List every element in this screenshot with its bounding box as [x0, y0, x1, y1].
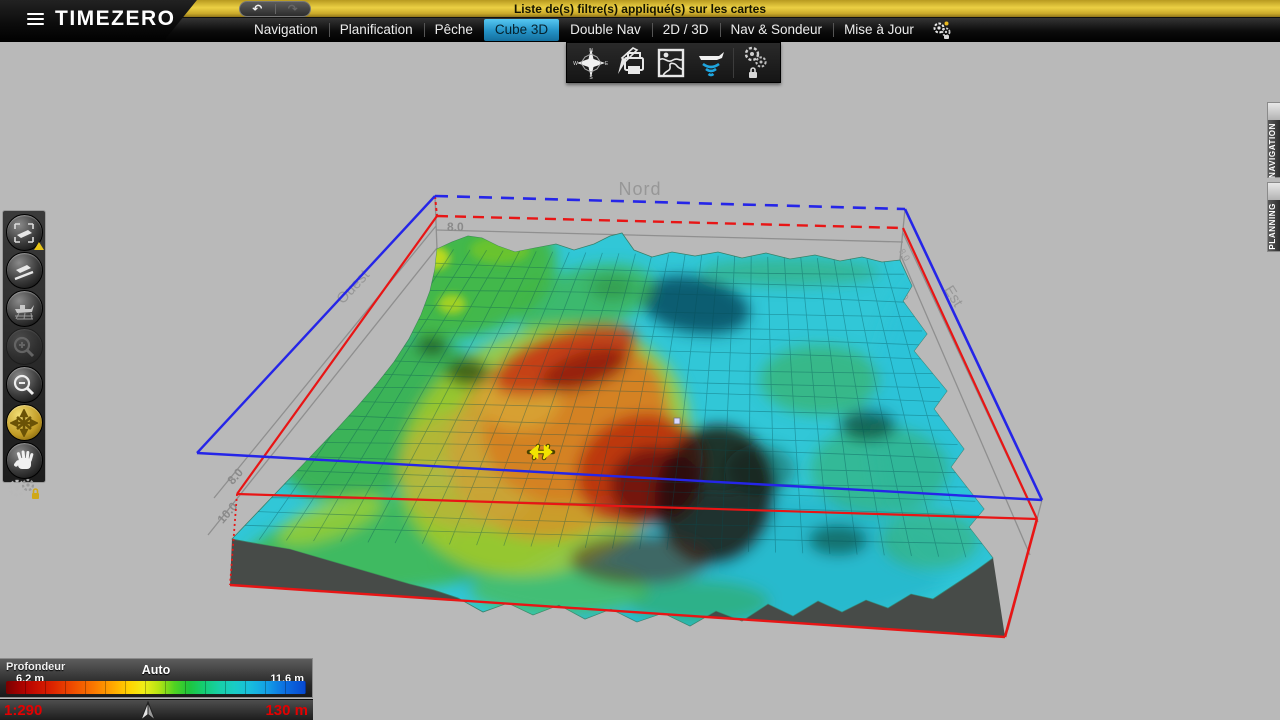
boat-alert-badge [34, 242, 44, 250]
tab-2d-3d[interactable]: 2D / 3D [652, 19, 720, 41]
depth-gradient-bar[interactable] [6, 681, 306, 694]
depth-legend-mode[interactable]: Auto [0, 663, 312, 677]
center-on-boat-button[interactable] [6, 214, 43, 251]
waypoint-dot[interactable] [674, 418, 680, 424]
zoom-in-button[interactable] [6, 328, 43, 365]
scale-bar: 1:290 130 m [0, 699, 313, 720]
redo-button[interactable]: ↷ [276, 2, 311, 16]
ship-3d-button[interactable] [6, 290, 43, 327]
chart-select-icon[interactable] [651, 45, 691, 80]
depth-legend-panel[interactable]: Profondeur Auto 6.2 m 11.6 m [0, 658, 313, 698]
tab-mise-a-jour[interactable]: Mise à Jour [833, 19, 925, 41]
tab-planification[interactable]: Planification [329, 19, 424, 41]
side-tab-cap [1268, 183, 1280, 200]
svg-text:S: S [589, 75, 593, 80]
side-tab-planning-label: PLANNING [1268, 200, 1279, 253]
side-tab-navigation-label: NAVIGATION [1268, 120, 1279, 181]
north-arrow-icon [138, 701, 158, 720]
workspace-settings-gears-icon[interactable] [931, 19, 953, 41]
svg-text:W: W [573, 61, 578, 67]
boat-course-button[interactable] [6, 252, 43, 289]
palette-options-gears-icon[interactable] [2, 473, 46, 505]
side-tab-navigation[interactable]: NAVIGATION [1267, 102, 1280, 178]
cube-3d-view[interactable]: Nord Ouest Est 8.0 8.0 10.0 8.0 10.0 [0, 0, 1280, 720]
toolbar-divider [733, 48, 734, 78]
tab-peche[interactable]: Pêche [424, 19, 484, 41]
tab-cube-3d[interactable]: Cube 3D [484, 19, 559, 41]
tab-navigation[interactable]: Navigation [243, 19, 329, 41]
tab-nav-sondeur[interactable]: Nav & Sondeur [720, 19, 834, 41]
label-depth-back: 8.0 [447, 220, 464, 234]
toolbar-settings-gears-icon[interactable] [736, 45, 776, 80]
label-north: Nord [618, 179, 661, 199]
annotate-print-icon[interactable] [611, 45, 651, 80]
svg-text:E: E [605, 61, 609, 67]
side-tab-planning[interactable]: PLANNING [1267, 182, 1280, 252]
scale-distance: 130 m [265, 702, 308, 719]
move-3d-button[interactable] [6, 404, 43, 441]
view-toolbar: N S W E [566, 42, 781, 83]
left-tool-palette [2, 210, 46, 483]
compass-rose-icon[interactable]: N S W E [571, 45, 611, 80]
hamburger-menu-icon[interactable] [27, 13, 44, 26]
svg-text:N: N [589, 48, 593, 54]
workspace-menubar: Navigation Planification Pêche Cube 3D D… [0, 18, 1280, 42]
tab-double-nav[interactable]: Double Nav [559, 19, 652, 41]
undo-button[interactable]: ↶ [240, 2, 275, 16]
undo-redo-group: ↶ ↷ [239, 1, 311, 17]
zoom-out-button[interactable] [6, 366, 43, 403]
app-logo: TIMEZERO [55, 7, 176, 31]
scale-ratio: 1:290 [4, 702, 42, 719]
timezero-window: Nord Ouest Est 8.0 8.0 10.0 8.0 10.0 [0, 0, 1280, 720]
side-tab-cap [1268, 103, 1280, 120]
sonar-boat-icon[interactable] [691, 45, 731, 80]
